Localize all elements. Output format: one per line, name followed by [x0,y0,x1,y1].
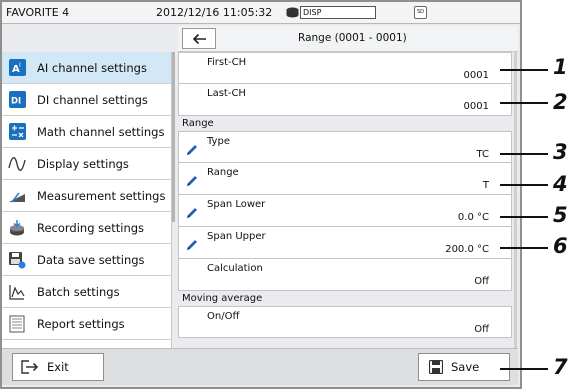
pencil-icon [187,145,197,155]
sidebar-item-label: DI channel settings [37,92,148,107]
record-icon [8,219,26,237]
batch-icon [8,283,26,301]
exit-button[interactable]: Exit [12,353,104,381]
setting-row-span-lower[interactable]: Span Lower 0.0 °C [178,195,512,227]
setting-label: On/Off [207,311,240,322]
sidebar-item-label: Batch settings [37,284,120,299]
sidebar-item-report[interactable]: Report settings [2,308,171,340]
sidebar-item-recording[interactable]: Recording settings [2,212,171,244]
sidebar-item-label: Measurement settings [37,188,166,203]
back-button[interactable] [182,28,216,49]
sidebar-item-label: AI channel settings [37,60,147,75]
callout-line [500,184,548,186]
setting-row-first-ch[interactable]: First-CH 0001 [178,52,512,84]
status-title: FAVORITE 4 [6,6,70,19]
page-title: Range (0001 - 0001) [298,32,407,44]
sidebar-item-label: Report settings [37,316,125,331]
disk-icon [286,7,299,18]
gauge-icon [8,187,26,205]
callout-line [500,69,548,71]
sidebar-item-label: Display settings [37,156,129,171]
sidebar-item-di-channel[interactable]: DI DI channel settings [2,84,171,116]
content-scrollbar[interactable] [514,52,517,348]
setting-value: 0.0 °C [457,212,489,223]
footer-bar: Exit Save [2,348,518,385]
setting-value: Off [474,324,489,335]
ai-channel-icon: AI [8,59,26,77]
section-header-range: Range [178,116,512,131]
wave-icon [8,155,26,173]
setting-label: Calculation [207,263,263,274]
callout-number: 6 [553,234,568,258]
setting-label: Last-CH [207,88,246,99]
callout-number: 4 [553,172,568,196]
save-button[interactable]: Save [418,353,510,381]
callout-line [500,247,548,249]
setting-value: 0001 [463,101,489,112]
section-header-moving-average: Moving average [178,291,512,306]
callout-number: 1 [553,55,568,79]
callout-number: 2 [553,90,568,114]
callout-number: 3 [553,140,568,164]
math-channel-icon [8,123,26,141]
callout-line [500,153,548,155]
setting-row-span-upper[interactable]: Span Upper 200.0 °C [178,227,512,259]
disp-indicator: DISP [300,6,376,19]
pencil-icon [187,208,197,218]
callout-number: 7 [553,355,568,379]
sidebar-item-batch[interactable]: Batch settings [2,276,171,308]
setting-label: Type [207,136,230,147]
status-bar: FAVORITE 4 2012/12/16 11:05:32 DISP SD [2,2,520,24]
pencil-icon [187,240,197,250]
callout-number: 5 [553,203,568,227]
callout-line [500,368,548,370]
arrow-left-icon [192,33,206,45]
sidebar-item-data-save[interactable]: Data save settings [2,244,171,276]
setting-row-range[interactable]: Range T [178,163,512,195]
setting-label: Range [207,167,239,178]
setting-row-on-off[interactable]: On/Off Off [178,306,512,338]
floppy-disk-icon [429,360,443,374]
setting-row-type[interactable]: Type TC [178,131,512,163]
report-icon [8,315,26,333]
sidebar-item-label: Recording settings [37,220,145,235]
svg-text:DI: DI [11,97,21,107]
setting-row-last-ch[interactable]: Last-CH 0001 [178,84,512,116]
save-label: Save [451,360,480,374]
setting-value: 0001 [463,70,489,81]
sidebar-scrollbar[interactable] [172,52,175,222]
sidebar-item-display[interactable]: Display settings [2,148,171,180]
callout-line [500,216,548,218]
sidebar-item-label: Math channel settings [37,124,165,139]
setting-label: Span Upper [207,231,266,242]
setting-row-calculation[interactable]: Calculation Off [178,259,512,291]
pencil-icon [187,176,197,186]
sd-card-icon: SD [414,6,427,19]
status-datetime: 2012/12/16 11:05:32 [156,6,273,19]
sidebar-item-label: Data save settings [37,252,145,267]
svg-text:I: I [19,62,21,69]
data-save-icon [8,251,26,269]
setting-label: First-CH [207,57,247,68]
content-header: Range (0001 - 0001) [178,26,518,52]
setting-label: Span Lower [207,199,266,210]
exit-icon [21,360,39,374]
callout-line [500,102,548,104]
setting-value: 200.0 °C [445,244,489,255]
di-channel-icon: DI [8,91,26,109]
setting-value: Off [474,276,489,287]
settings-list: First-CH 0001 Last-CH 0001 Range Type TC… [178,52,512,348]
setting-value: T [482,180,489,191]
settings-sidebar: AI AI channel settings DI DI channel set… [2,52,172,348]
setting-value: TC [476,149,489,160]
sidebar-item-math-channel[interactable]: Math channel settings [2,116,171,148]
sidebar-item-ai-channel[interactable]: AI AI channel settings [2,52,171,84]
exit-label: Exit [47,360,69,374]
sidebar-item-measurement[interactable]: Measurement settings [2,180,171,212]
